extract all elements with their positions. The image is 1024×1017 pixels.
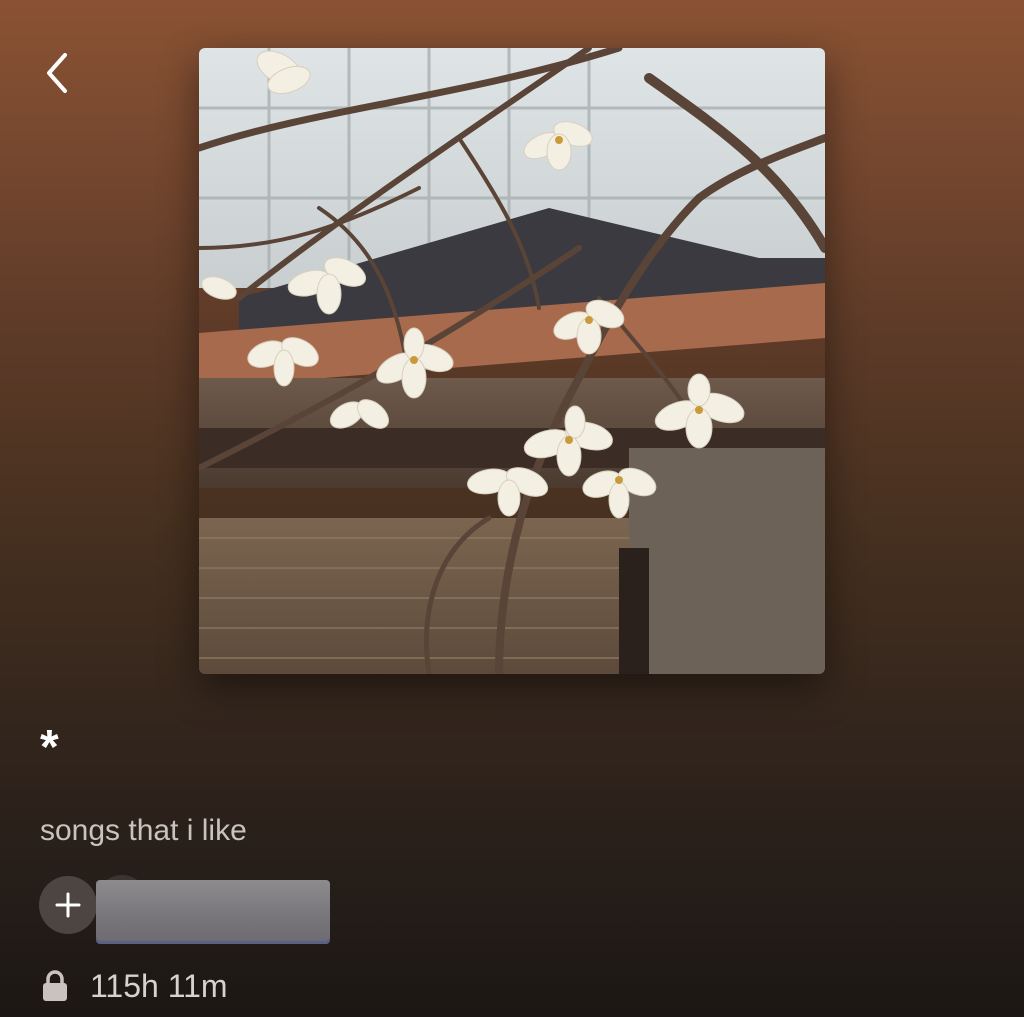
back-button[interactable] (36, 48, 80, 98)
playlist-duration: 115h 11m (90, 968, 228, 1004)
plus-icon (55, 892, 81, 918)
chevron-left-icon (47, 53, 67, 93)
album-cover-image (199, 48, 825, 674)
playlist-meta: 115h 11m (40, 964, 228, 1008)
playlist-title: * (40, 721, 59, 774)
playlist-cover (199, 48, 825, 674)
owner-name-redacted[interactable] (96, 880, 330, 941)
lock-icon (40, 969, 70, 1003)
add-collaborator-button[interactable] (39, 876, 97, 934)
playlist-description: songs that i like (40, 814, 247, 847)
